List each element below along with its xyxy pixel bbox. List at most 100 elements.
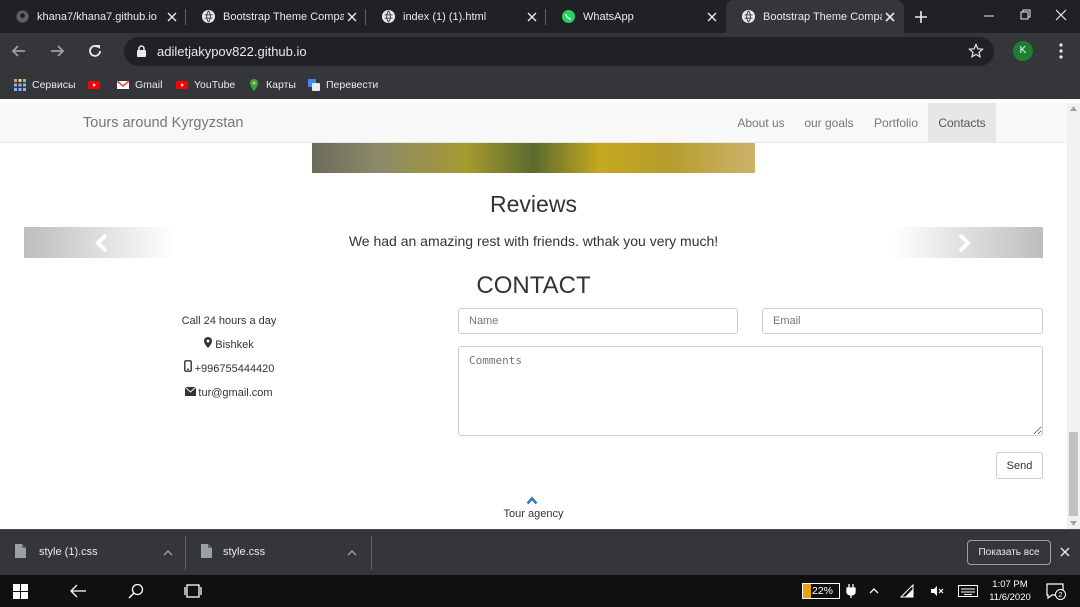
close-icon[interactable]: [344, 9, 360, 25]
tab-github[interactable]: khana7/khana7.github.io: [0, 0, 186, 33]
apps-grid-icon: [14, 78, 26, 91]
bookmark-label: Карты: [266, 78, 296, 91]
search-icon[interactable]: [128, 583, 144, 602]
github-icon: [16, 10, 29, 23]
bookmark-apps[interactable]: Сервисы: [14, 70, 76, 99]
carousel-next-button[interactable]: [893, 227, 1043, 258]
volume-mute-icon[interactable]: [930, 584, 944, 601]
globe-icon: [382, 10, 395, 23]
bookmark-maps[interactable]: Карты: [248, 70, 296, 99]
profile-avatar[interactable]: K: [1013, 41, 1033, 61]
youtube-icon: [176, 79, 188, 91]
nav-contacts[interactable]: Contacts: [928, 103, 996, 143]
download-item[interactable]: style.css: [186, 530, 372, 576]
tab-whatsapp[interactable]: WhatsApp: [546, 0, 726, 33]
close-window-button[interactable]: [1052, 6, 1070, 24]
footer-text: Tour agency: [503, 508, 564, 520]
download-filename: style (1).css: [39, 546, 98, 558]
scroll-up-arrow-icon[interactable]: [1070, 106, 1077, 111]
tab-title: Bootstrap Theme Company Pa: [763, 10, 882, 23]
tab-index-html[interactable]: index (1) (1).html: [366, 0, 546, 33]
task-view-icon[interactable]: [184, 583, 202, 602]
contact-heading: CONTACT: [476, 272, 591, 299]
battery-indicator[interactable]: 22%: [802, 583, 840, 599]
close-shelf-icon[interactable]: [1060, 547, 1070, 560]
restore-button[interactable]: [1016, 6, 1034, 24]
new-tab-button[interactable]: [912, 8, 930, 26]
bookmark-youtube-short[interactable]: [88, 70, 106, 99]
keyboard-icon[interactable]: [958, 585, 978, 600]
clock[interactable]: 1:07 PM 11/6/2020: [986, 578, 1034, 604]
contact-info: Call 24 hours a day Bishkek +99675544442…: [110, 309, 348, 405]
close-icon[interactable]: [164, 9, 180, 25]
reload-button[interactable]: [86, 42, 104, 65]
navbar: Tours around Kyrgyzstan About us our goa…: [0, 103, 1067, 143]
tab-bootstrap-1[interactable]: Bootstrap Theme Company Pa: [186, 0, 366, 33]
arrow-left-icon: [11, 45, 25, 57]
page-viewport: Tours around Kyrgyzstan About us our goa…: [0, 103, 1067, 529]
chevron-up-icon: [526, 496, 538, 505]
bookmark-label: Gmail: [135, 78, 163, 91]
page-scrollbar[interactable]: [1067, 103, 1080, 529]
show-all-downloads-button[interactable]: Показать все: [967, 540, 1051, 565]
bookmark-label: YouTube: [194, 78, 236, 91]
chevron-right-icon: [958, 233, 971, 253]
maps-pin-icon: [248, 78, 260, 91]
bookmarks-bar: Сервисы Gmail YouTube Карты Перевести: [0, 70, 1080, 99]
globe-icon: [202, 10, 215, 23]
tab-title: index (1) (1).html: [403, 10, 487, 23]
file-icon: [15, 544, 26, 561]
download-item[interactable]: style (1).css: [0, 530, 186, 576]
bookmark-youtube[interactable]: YouTube: [176, 70, 235, 99]
address-bar[interactable]: adiletjakypov822.github.io: [124, 37, 994, 66]
bookmark-gmail[interactable]: Gmail: [116, 70, 163, 99]
chevron-up-icon[interactable]: [163, 547, 173, 559]
name-input[interactable]: [458, 308, 738, 334]
nav-our-goals[interactable]: our goals: [796, 103, 862, 143]
bookmark-star-icon[interactable]: [968, 43, 984, 62]
back-button[interactable]: [10, 42, 28, 65]
notifications-icon[interactable]: 2: [1046, 583, 1066, 602]
windows-start-icon[interactable]: [13, 584, 28, 602]
comments-textarea[interactable]: [458, 346, 1043, 436]
contact-city-row: Bishkek: [110, 333, 348, 357]
tab-bootstrap-active[interactable]: Bootstrap Theme Company Pa: [726, 0, 904, 33]
whatsapp-icon: [562, 10, 575, 23]
send-button[interactable]: Send: [996, 452, 1043, 479]
restore-icon: [1020, 9, 1031, 20]
youtube-icon: [88, 79, 100, 91]
close-icon[interactable]: [704, 9, 720, 25]
reload-icon: [89, 45, 101, 57]
bookmark-translate[interactable]: Перевести: [308, 70, 378, 99]
phone-icon: [183, 357, 192, 381]
nav-portfolio[interactable]: Portfolio: [866, 103, 926, 143]
power-plug-icon: [846, 584, 856, 601]
gmail-icon: [116, 79, 130, 91]
close-icon[interactable]: [524, 9, 540, 25]
forward-button[interactable]: [48, 42, 66, 65]
scroll-down-arrow-icon[interactable]: [1070, 521, 1077, 526]
clock-time: 1:07 PM: [992, 579, 1028, 590]
tab-title: khana7/khana7.github.io: [37, 10, 157, 23]
map-marker-icon: [204, 333, 213, 357]
minimize-button[interactable]: [980, 8, 998, 24]
minimize-icon: [984, 15, 994, 17]
chevron-up-icon[interactable]: [869, 586, 879, 597]
wifi-icon[interactable]: [899, 583, 914, 601]
brand-link[interactable]: Tours around Kyrgyzstan: [83, 103, 243, 143]
arrow-right-icon: [51, 45, 65, 57]
back-arrow-icon[interactable]: [69, 583, 87, 602]
menu-button[interactable]: [1054, 42, 1068, 65]
reviews-heading: Reviews: [490, 191, 577, 217]
url-text: adiletjakypov822.github.io: [157, 44, 307, 59]
file-icon: [201, 544, 212, 561]
close-icon: [1055, 9, 1067, 21]
clock-date: 11/6/2020: [989, 592, 1031, 603]
globe-icon: [742, 10, 755, 23]
contact-hours: Call 24 hours a day: [181, 315, 277, 327]
nav-about-us[interactable]: About us: [728, 103, 794, 143]
email-input[interactable]: [762, 308, 1043, 334]
scrollbar-thumb[interactable]: [1069, 432, 1078, 516]
close-icon[interactable]: [882, 9, 898, 25]
chevron-up-icon[interactable]: [347, 547, 357, 559]
